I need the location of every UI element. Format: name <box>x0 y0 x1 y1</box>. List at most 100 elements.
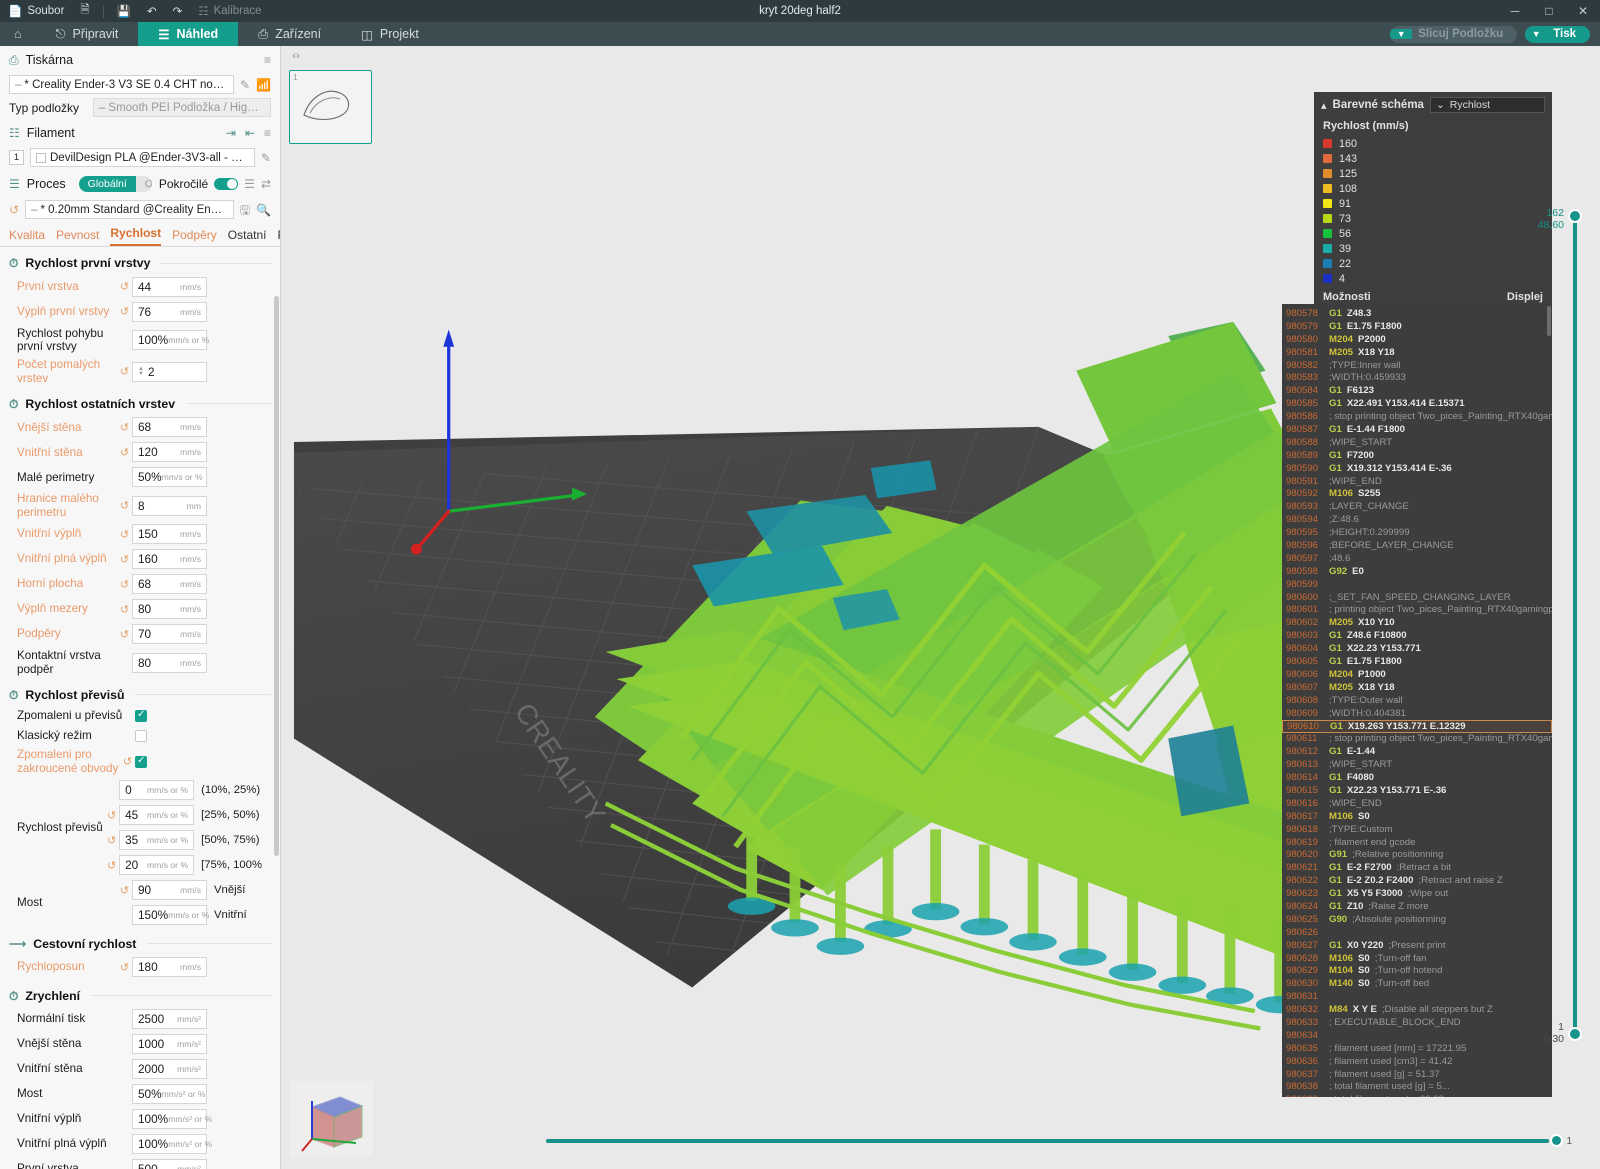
gcode-line[interactable]: 980623 G1 X5 Y5 F3000 ;Wipe out <box>1282 887 1552 900</box>
overhang-speed-input[interactable]: 35 mm/s or % <box>119 830 195 851</box>
gcode-line[interactable]: 980581 M205 X18 Y18 <box>1282 346 1552 359</box>
setting-input[interactable]: 180 mm/s <box>132 957 207 978</box>
tab-project[interactable]: ◫ Projekt <box>341 22 439 46</box>
minimize-button[interactable]: ─ <box>1498 0 1532 22</box>
classic-mode-checkbox[interactable] <box>135 729 147 742</box>
move-slider-track[interactable] <box>546 1134 1564 1147</box>
tab-preview[interactable]: ☰ Náhled <box>138 22 239 46</box>
slow-overhang-checkbox[interactable] <box>135 709 147 722</box>
gcode-line[interactable]: 980620 G91 ;Relative positionning <box>1282 849 1552 862</box>
stepper-arrows-icon[interactable]: ▲ ▼ <box>138 366 144 377</box>
gcode-line[interactable]: 980601 ; printing object Two_pices_Painti… <box>1282 603 1552 616</box>
gcode-line[interactable]: 980584 G1 F6123 <box>1282 384 1552 397</box>
gcode-line[interactable]: 980616 ;WIPE_END <box>1282 797 1552 810</box>
tab-device[interactable]: ⎙ Zařízení <box>238 22 341 46</box>
process-scope-objects[interactable]: Objekty <box>135 176 152 192</box>
setting-input[interactable]: 100% mm/s² or % <box>132 1134 212 1155</box>
setting-input[interactable]: 70 mm/s <box>132 624 207 645</box>
process-preset-select[interactable]: – * 0.20mm Standard @Creality Ender3V3S.… <box>25 200 234 219</box>
gcode-line[interactable]: 980637 ; filament used [g] = 51.37 <box>1282 1068 1552 1081</box>
gcode-line[interactable]: 980609 ;WIDTH:0.404381 <box>1282 707 1552 720</box>
gcode-line[interactable]: 980639 ; total filament cost = 22.09 <box>1282 1093 1552 1097</box>
gcode-line[interactable]: 980589 G1 F7200 <box>1282 449 1552 462</box>
reset-icon[interactable]: ↺ <box>117 446 132 459</box>
printer-settings-icon[interactable]: ≡ <box>264 54 271 66</box>
reset-icon[interactable]: ↺ <box>104 859 119 872</box>
gcode-line[interactable]: 980636 ; filament used [cm3] = 41.42 <box>1282 1055 1552 1068</box>
maximize-button[interactable]: □ <box>1532 0 1566 22</box>
layer-slider-lower-handle[interactable] <box>1568 1027 1582 1041</box>
gcode-line[interactable]: 980638 ; total filament used [g] = 5... <box>1282 1081 1552 1094</box>
setting-input[interactable]: 100% mm/s² or % <box>132 1109 212 1130</box>
edit-filament-icon[interactable]: ✎ <box>261 152 271 164</box>
advanced-toggle[interactable] <box>214 178 239 190</box>
gcode-line[interactable]: 980595 ;HEIGHT:0.299999 <box>1282 526 1552 539</box>
overhang-speed-input[interactable]: 20 mm/s or % <box>119 855 195 876</box>
gcode-line[interactable]: 980591 ;WIPE_END <box>1282 475 1552 488</box>
overhang-speed-input[interactable]: 45 mm/s or % <box>119 805 195 826</box>
bed-type-select[interactable]: – Smooth PEI Podložka / High Temp P... <box>93 98 271 117</box>
preview-viewport[interactable]: ‹› 1 CREALITY ▴ Barevné schéma ⌄ Rychlos… <box>281 46 1600 1169</box>
file-menu-button[interactable]: 📄 Soubor <box>0 0 72 22</box>
gcode-line[interactable]: 980580 M204 P2000 <box>1282 333 1552 346</box>
print-button[interactable]: ▼ Tisk <box>1525 25 1590 43</box>
gcode-line[interactable]: 980629 M104 S0 ;Turn-off hotend <box>1282 965 1552 978</box>
gcode-line[interactable]: 980625 G90 ;Absolute positionning <box>1282 913 1552 926</box>
gcode-line[interactable]: 980605 G1 E1.75 F1800 <box>1282 655 1552 668</box>
bridge-speed-input[interactable]: 90 mm/s <box>132 880 207 901</box>
filament-color-swatch[interactable] <box>36 152 46 163</box>
reset-icon[interactable]: ↺ <box>117 280 132 293</box>
reset-process-icon[interactable]: ↺ <box>9 204 19 216</box>
gcode-line[interactable]: 980631 <box>1282 990 1552 1003</box>
gcode-line[interactable]: 980626 <box>1282 926 1552 939</box>
slice-plate-button[interactable]: ▼ Slicuj Podložku <box>1390 25 1518 43</box>
setting-input[interactable]: 160 mm/s <box>132 549 207 570</box>
settings-scroll-area[interactable]: ⎙ Tiskárna ≡ – * Creality Ender-3 V3 SE … <box>0 46 280 1169</box>
reset-icon[interactable]: ↺ <box>117 603 132 616</box>
gcode-line[interactable]: 980604 G1 X22.23 Y153.771 <box>1282 642 1552 655</box>
gcode-line[interactable]: 980635 ; filament used [mm] = 17221.95 <box>1282 1042 1552 1055</box>
search-icon[interactable]: 🔍 <box>256 204 271 216</box>
calibration-button[interactable]: ☷ Kalibrace <box>190 0 269 22</box>
setting-stepper[interactable]: ▲ ▼ 2 <box>132 361 207 382</box>
chevron-down-icon[interactable]: ▼ <box>1525 29 1547 39</box>
setting-input[interactable]: 500 mm/s² <box>132 1159 207 1169</box>
save-process-icon[interactable]: 🖫 <box>240 204 250 216</box>
gcode-line[interactable]: 980592 M106 S255 <box>1282 487 1552 500</box>
gcode-line[interactable]: 980599 <box>1282 578 1552 591</box>
setting-input[interactable]: 80 mm/s <box>132 599 207 620</box>
setting-input[interactable]: 68 mm/s <box>132 417 207 438</box>
gcode-line[interactable]: 980596 ;BEFORE_LAYER_CHANGE <box>1282 539 1552 552</box>
gcode-line[interactable]: 980611 ; stop printing object Two_pices_P… <box>1282 733 1552 746</box>
view-orientation-cube[interactable] <box>290 1081 373 1157</box>
reset-icon[interactable]: ↺ <box>117 365 132 378</box>
reset-icon[interactable]: ↺ <box>117 499 132 512</box>
curled-perimeter-checkbox[interactable] <box>135 755 147 768</box>
printer-preset-select[interactable]: – * Creality Ender-3 V3 SE 0.4 CHT nozzl… <box>9 75 234 94</box>
tab-pevnost[interactable]: Pevnost <box>56 228 99 246</box>
redo-button[interactable]: ↷ <box>165 0 191 22</box>
gcode-line[interactable]: 980598 G92 E0 <box>1282 565 1552 578</box>
sidebar-scrollbar[interactable] <box>274 296 279 856</box>
process-scope-global[interactable]: Globální <box>78 176 136 192</box>
save-button[interactable]: 💾 <box>109 0 139 22</box>
edit-printer-icon[interactable]: ✎ <box>240 79 250 91</box>
gcode-line[interactable]: 980600 ;_SET_FAN_SPEED_CHANGING_LAYER <box>1282 591 1552 604</box>
gcode-line[interactable]: 980630 M140 S0 ;Turn-off bed <box>1282 977 1552 990</box>
undo-button[interactable]: ↶ <box>139 0 165 22</box>
gcode-line[interactable]: 980594 ;Z:48.6 <box>1282 513 1552 526</box>
reset-icon[interactable]: ↺ <box>120 755 135 768</box>
gcode-line[interactable]: 980590 G1 X19.312 Y153.414 E-.36 <box>1282 462 1552 475</box>
gcode-line[interactable]: 980619 ; filament end gcode <box>1282 836 1552 849</box>
setting-input[interactable]: 120 mm/s <box>132 442 207 463</box>
gcode-viewer-panel[interactable]: 980578 G1 Z48.3 980579 G1 E1.75 F1800 980580 M2… <box>1282 304 1552 1097</box>
gcode-line[interactable]: 980585 G1 X22.491 Y153.414 E.15371 <box>1282 397 1552 410</box>
gcode-line[interactable]: 980603 G1 Z48.6 F10800 <box>1282 629 1552 642</box>
reset-icon[interactable]: ↺ <box>117 628 132 641</box>
layer-slider[interactable]: 162 48,60 1 0,30 <box>1534 201 1590 1049</box>
setting-input[interactable]: 2500 mm/s² <box>132 1009 207 1030</box>
setting-input[interactable]: 150 mm/s <box>132 524 207 545</box>
move-slider-handle[interactable] <box>1550 1134 1564 1147</box>
filament-settings-icon[interactable]: ≡ <box>264 127 271 139</box>
home-tab[interactable]: ⌂ <box>0 22 36 46</box>
